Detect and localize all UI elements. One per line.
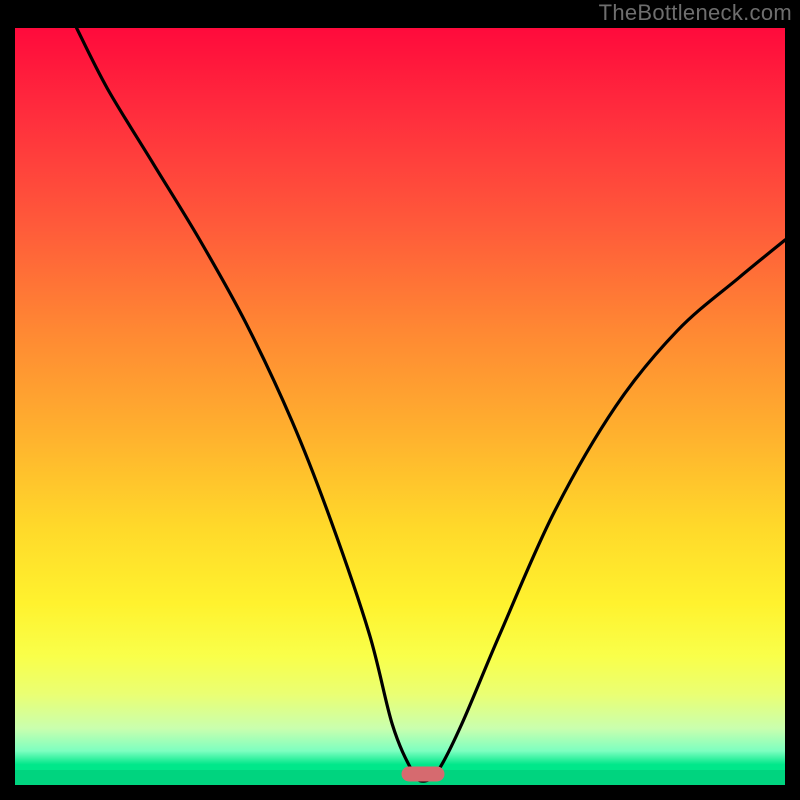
plot-area <box>15 28 785 785</box>
watermark-label: TheBottleneck.com <box>599 0 792 26</box>
bottleneck-curve <box>15 28 785 785</box>
chart-frame: TheBottleneck.com <box>0 0 800 800</box>
optimal-marker <box>402 766 445 781</box>
